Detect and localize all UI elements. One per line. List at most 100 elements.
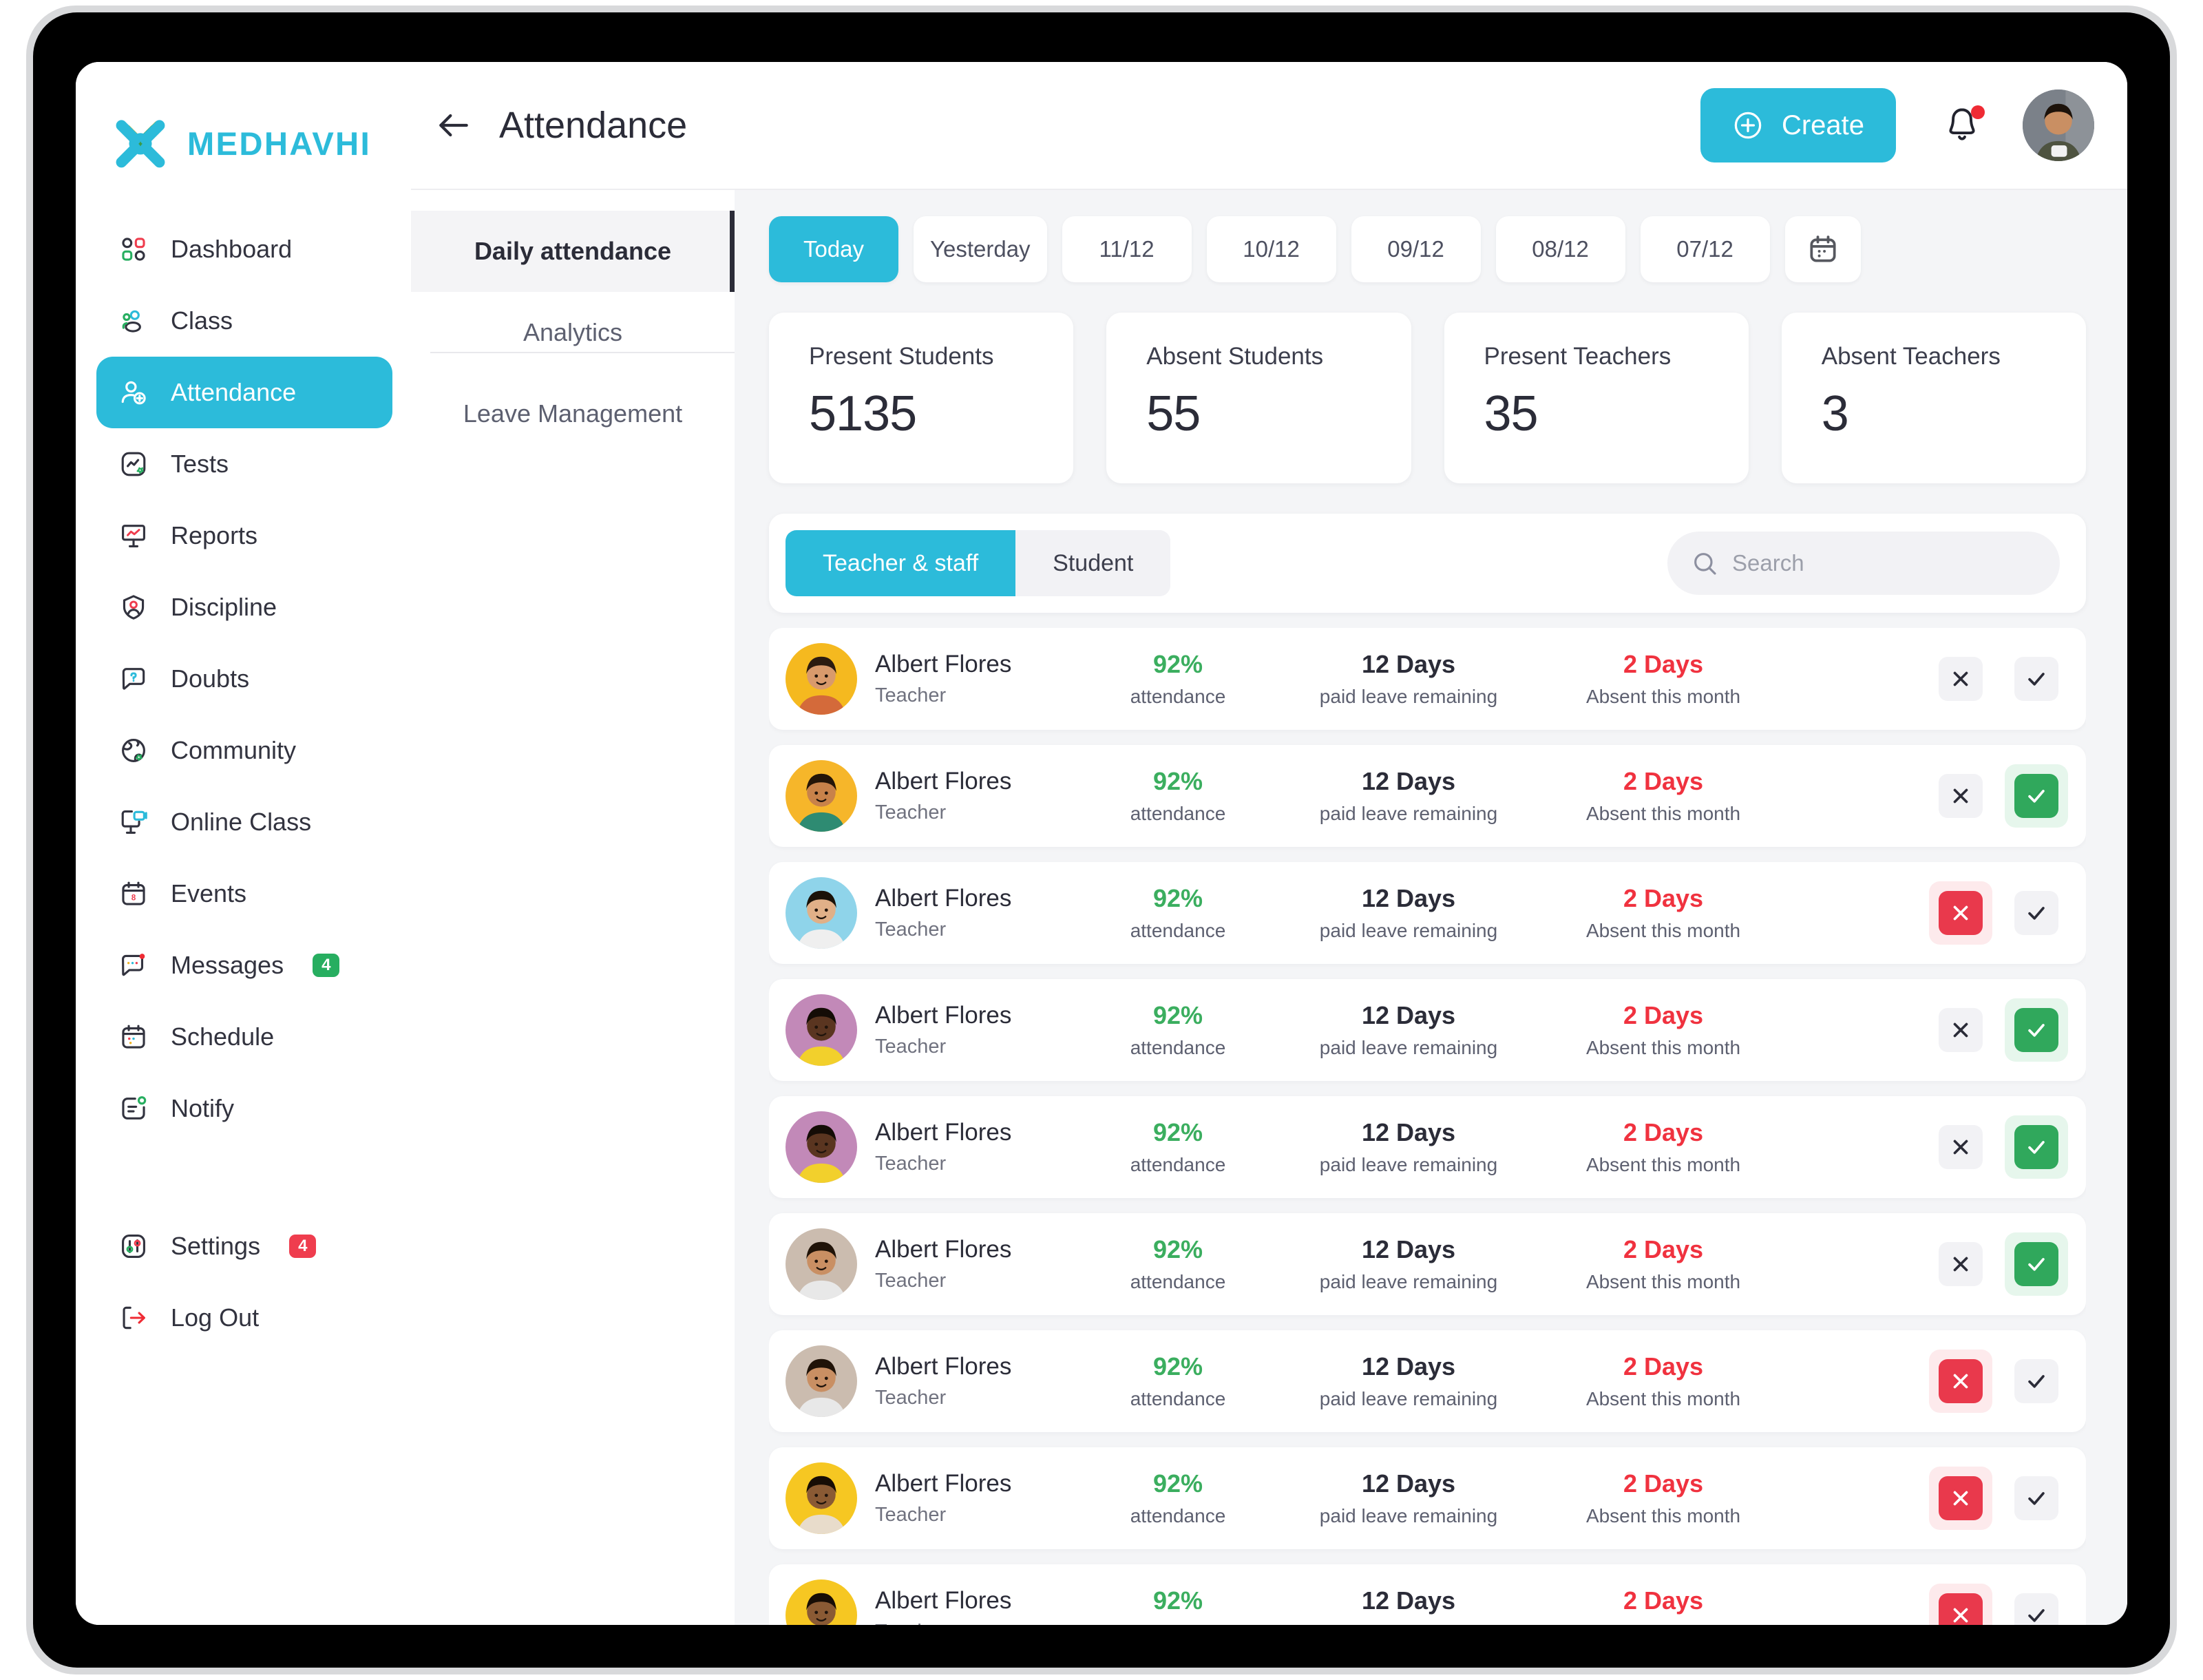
subnav-item-analytics[interactable]: Analytics [411,292,735,373]
subnav-item-label: Leave Management [463,399,683,428]
attendance-rows: Albert Flores Teacher 92% attendance 12 … [769,628,2086,1625]
create-button-label: Create [1781,109,1864,140]
date-chip[interactable]: 10/12 [1206,216,1336,282]
person-cell: Albert Flores Teacher [875,1236,1075,1292]
arrow-left-icon[interactable] [434,106,473,145]
search-input[interactable] [1732,550,2036,576]
sidebar-item-messages[interactable]: Messages 4 [96,930,411,1001]
table-row[interactable]: Albert Flores Teacher 92% attendance 12 … [769,1096,2086,1198]
date-chip[interactable]: 08/12 [1495,216,1625,282]
check-icon [2028,1141,2045,1154]
people-group-icon [122,310,141,333]
avatar [786,877,857,949]
mark-present-button[interactable] [2005,881,2068,945]
tab-teacher-staff[interactable]: Teacher & staff [786,530,1016,596]
sidebar-item-label: Log Out [171,1303,260,1332]
create-button[interactable]: Create [1700,88,1896,162]
date-chip[interactable]: 09/12 [1351,216,1481,282]
date-chip[interactable]: Yesterday [914,216,1047,282]
subnav-item-leave-management[interactable]: Leave Management [411,373,735,454]
audience-tabs: Teacher & staff Student [786,530,1171,596]
plus-circle-icon [1734,112,1762,139]
date-chip[interactable]: 07/12 [1640,216,1770,282]
table-row[interactable]: Albert Flores Teacher 92% attendance 12 … [769,862,2086,964]
table-row[interactable]: Albert Flores Teacher 92% attendance 12 … [769,1564,2086,1625]
table-row[interactable]: Albert Flores Teacher 92% attendance 12 … [769,1447,2086,1549]
sidebar-item-events[interactable]: 8 Events [96,858,411,930]
mark-present-button[interactable] [2005,1232,2068,1296]
date-chip[interactable]: 11/12 [1062,216,1192,282]
paid-leave-label: paid leave remaining [1319,686,1498,707]
sidebar-item-dashboard[interactable]: Dashboard [96,213,411,285]
sidebar-item-log-out[interactable]: Log Out [96,1282,411,1354]
paid-leave-cell: 12 Days paid leave remaining [1281,884,1536,942]
mark-absent-button[interactable] [1929,1584,1992,1625]
avatar-image [786,877,857,949]
attendance-value: 92% [1152,1118,1203,1146]
sidebar-item-schedule[interactable]: Schedule [96,1001,411,1073]
mark-absent-inner [1939,1593,1983,1625]
person-cell: Albert Flores Teacher [875,885,1075,941]
notifications-button[interactable] [1943,105,1985,146]
mark-present-button[interactable] [2005,1467,2068,1530]
mark-present-button[interactable] [2005,998,2068,1062]
avatar [786,1228,857,1300]
table-row[interactable]: Albert Flores Teacher 92% attendance 12 … [769,1213,2086,1315]
mark-present-button[interactable] [2005,1115,2068,1179]
stat-card-label: Absent Students [1146,343,1324,370]
paid-leave-value: 12 Days [1361,1469,1456,1498]
mark-present-inner [2014,1125,2058,1169]
sidebar-item-notify[interactable]: Notify [96,1073,411,1144]
sidebar-item-badge: 4 [289,1234,317,1259]
mark-absent-button[interactable] [1929,1232,1992,1296]
mark-absent-button[interactable] [1929,647,1992,711]
tab-student[interactable]: Student [1015,530,1171,596]
mark-present-button[interactable] [2005,1584,2068,1625]
sidebar-item-discipline[interactable]: Discipline [96,571,411,643]
absent-cell: 2 Days Absent this month [1536,650,1791,708]
table-row[interactable]: Albert Flores Teacher 92% attendance 12 … [769,745,2086,847]
attendance-label: attendance [1130,803,1226,824]
mark-absent-button[interactable] [1929,881,1992,945]
table-row[interactable]: Albert Flores Teacher 92% attendance 12 … [769,1330,2086,1432]
mark-absent-button[interactable] [1929,764,1992,828]
sidebar-item-label: Tests [171,450,229,478]
row-actions [1929,1115,2068,1179]
sidebar-item-tests[interactable]: Tests [96,428,411,500]
mark-present-button[interactable] [2005,647,2068,711]
sidebar-item-attendance[interactable]: Attendance [96,357,392,428]
user-avatar[interactable] [2023,90,2094,161]
sidebar-item-label: Messages [171,951,284,979]
mark-present-button[interactable] [2005,1350,2068,1413]
calendar-icon [122,1025,145,1049]
mark-absent-button[interactable] [1929,998,1992,1062]
mark-absent-button[interactable] [1929,1350,1992,1413]
person-name: Albert Flores [875,885,1012,912]
sidebar-item-reports[interactable]: Reports [96,500,411,571]
table-row[interactable]: Albert Flores Teacher 92% attendance 12 … [769,979,2086,1081]
calendar-picker-button[interactable] [1784,216,1861,282]
sidebar-item-online-class[interactable]: Online Class [96,786,411,858]
mark-absent-button[interactable] [1929,1115,1992,1179]
chart-badge-icon [121,452,146,476]
absent-cell: 2 Days Absent this month [1536,1469,1791,1527]
attendance-cell: 92% attendance [1075,1469,1281,1527]
table-row[interactable]: Albert Flores Teacher 92% attendance 12 … [769,628,2086,730]
list-toolbar: Teacher & staff Student [769,514,2086,613]
sidebar-item-community[interactable]: Community [96,715,411,786]
person-name: Albert Flores [875,1236,1012,1263]
mark-present-button[interactable] [2005,764,2068,828]
sidebar-item-class[interactable]: Class [96,285,411,357]
stat-card: Present Teachers 35 [1444,313,1749,483]
date-chip[interactable]: Today [769,216,898,282]
sidebar-item-settings[interactable]: Settings 4 [96,1210,411,1282]
search-box[interactable] [1667,532,2060,595]
stat-card-label: Present Students [809,343,994,370]
sidebar-item-doubts[interactable]: Doubts [96,643,411,715]
person-role: Teacher [875,1153,947,1175]
attendance-label: attendance [1130,1388,1226,1409]
subnav-item-daily-attendance[interactable]: Daily attendance [411,211,735,292]
avatar-image [786,1345,857,1417]
mark-absent-button[interactable] [1929,1467,1992,1530]
avatar [786,760,857,832]
